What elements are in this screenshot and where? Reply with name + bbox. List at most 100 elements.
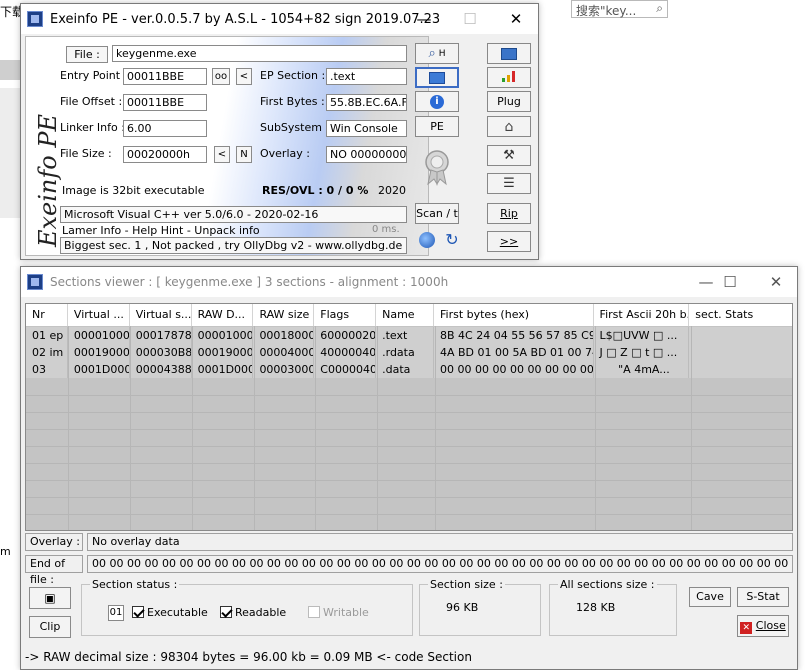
hint-field[interactable]: Biggest sec. 1 , Not packed , try OllyDb… xyxy=(60,237,407,254)
col-header[interactable]: Flags xyxy=(314,304,377,326)
n-button[interactable]: N xyxy=(236,146,252,163)
grid-line xyxy=(192,326,193,530)
oo-button[interactable]: oo xyxy=(212,68,230,85)
cell: J □ Z □ t □ ... xyxy=(594,344,690,361)
menu-button[interactable]: ☰ xyxy=(487,173,531,194)
col-header[interactable]: sect. Stats xyxy=(689,304,792,326)
linker-info-label: Linker Info : xyxy=(60,121,125,134)
grid-line xyxy=(26,395,792,396)
cave-button[interactable]: Cave xyxy=(689,587,731,607)
file-size-label: File Size : xyxy=(60,147,112,160)
compiler-field[interactable]: Microsoft Visual C++ ver 5.0/6.0 - 2020-… xyxy=(60,206,407,223)
readable-checkbox[interactable]: Readable xyxy=(220,606,286,619)
magnifier-icon: ⌕ xyxy=(428,46,436,61)
col-header[interactable]: Virtual s... xyxy=(130,304,192,326)
entry-point-label: Entry Point : xyxy=(60,69,128,82)
col-header[interactable]: Virtual ... xyxy=(68,304,130,326)
clip-button[interactable]: Clip xyxy=(29,616,71,638)
file-name-field[interactable]: keygenme.exe xyxy=(112,45,407,62)
sections-title: Sections viewer : [ keygenme.exe ] 3 sec… xyxy=(50,275,449,289)
cell: 8B 4C 24 04 55 56 57 85 C9 xyxy=(434,327,594,344)
exeinfo-title: Exeinfo PE - ver.0.0.5.7 by A.S.L - 1054… xyxy=(50,11,441,27)
table-row[interactable]: 02 im 00019000 000030B8 00019000 0000400… xyxy=(26,344,792,361)
col-header[interactable]: First Ascii 20h b... xyxy=(594,304,690,326)
cell: 01 ep xyxy=(26,327,68,344)
grid-line xyxy=(26,497,792,498)
grid-line xyxy=(595,326,596,530)
entry-point-field[interactable]: 00011BBE xyxy=(123,68,207,85)
sections-viewer-window: Sections viewer : [ keygenme.exe ] 3 sec… xyxy=(20,266,798,670)
col-header[interactable]: RAW D... xyxy=(192,304,254,326)
minimize-button[interactable]: — xyxy=(401,4,447,34)
explorer-search-input[interactable]: 搜索"key... ⌕ xyxy=(571,0,668,18)
rip-button[interactable]: Rip xyxy=(487,203,531,224)
file-button[interactable]: File : xyxy=(66,46,108,63)
sections-table[interactable]: Nr Virtual ... Virtual s... RAW D... RAW… xyxy=(25,303,793,531)
table-row[interactable]: 01 ep 00001000 00017878 00001000 0001800… xyxy=(26,327,792,344)
exeinfo-window: Exeinfo PE - ver.0.0.5.7 by A.S.L - 1054… xyxy=(20,3,539,260)
close-label: Close xyxy=(755,619,786,632)
sections-titlebar[interactable]: Sections viewer : [ keygenme.exe ] 3 sec… xyxy=(21,267,797,297)
cell: 00 00 00 00 00 00 00 00 00 xyxy=(434,361,594,378)
maximize-button[interactable]: ☐ xyxy=(447,4,493,34)
cell: "A 4mA... xyxy=(594,361,690,378)
close-window-button[interactable]: ✕ Close xyxy=(737,615,789,637)
executable-label: Executable xyxy=(147,606,208,619)
col-header[interactable]: Name xyxy=(376,304,434,326)
sstat-button[interactable]: S-Stat xyxy=(737,587,789,607)
sections-close-button[interactable]: ✕ xyxy=(753,267,799,297)
file-offset-field[interactable]: 00011BBE xyxy=(123,94,207,111)
home-button[interactable]: ⌂ xyxy=(487,116,531,137)
overlay-label: Overlay : xyxy=(260,147,310,160)
cell: 0001D000 xyxy=(68,361,130,378)
scan-button[interactable]: Scan / t xyxy=(415,203,459,224)
cell: 00019000 xyxy=(192,344,254,361)
eof-value[interactable]: 00 00 00 00 00 00 00 00 00 00 00 00 00 0… xyxy=(87,555,793,573)
h-label: H xyxy=(438,48,446,59)
exeinfo-titlebar[interactable]: Exeinfo PE - ver.0.0.5.7 by A.S.L - 1054… xyxy=(21,4,538,34)
camera-icon: ▣ xyxy=(44,591,56,605)
info-button[interactable]: i xyxy=(415,91,459,112)
globe-icon[interactable] xyxy=(419,232,435,248)
cell: 02 im xyxy=(26,344,68,361)
screenshot-button[interactable]: ▣ xyxy=(29,587,71,609)
sections-maximize-button[interactable]: ☐ xyxy=(707,267,753,297)
linker-info-field[interactable]: 6.00 xyxy=(123,120,207,137)
all-sections-group: All sections size : 128 KB xyxy=(549,578,677,636)
tools-button[interactable]: ⚒ xyxy=(487,145,531,166)
ep-section-field[interactable]: .text xyxy=(326,68,407,85)
lamer-info-text[interactable]: Lamer Info - Help Hint - Unpack info xyxy=(62,224,260,237)
executable-checkbox[interactable]: Executable xyxy=(132,606,208,619)
overlay-field[interactable]: NO 00000000 xyxy=(326,146,407,163)
pe-button[interactable]: PE xyxy=(415,116,459,137)
close-button[interactable]: ✕ xyxy=(493,4,539,34)
subsystem-field[interactable]: Win Console xyxy=(326,120,407,137)
open-folder-button[interactable] xyxy=(487,43,531,64)
grid-line xyxy=(26,514,792,515)
status-bar: -> RAW decimal size : 98304 bytes = 96.0… xyxy=(25,650,472,664)
plug-button[interactable]: Plug xyxy=(487,91,531,112)
list-icon xyxy=(429,71,445,84)
file-size-field[interactable]: 00020000h xyxy=(123,146,207,163)
refresh-icon[interactable]: ↻ xyxy=(443,231,461,249)
ep-prev-button[interactable]: < xyxy=(236,68,252,85)
award-badge-icon xyxy=(423,148,451,186)
more-button[interactable]: >> xyxy=(487,231,531,252)
overlay-value[interactable]: No overlay data xyxy=(87,533,793,551)
section-size-value: 96 KB xyxy=(446,601,479,614)
size-prev-button[interactable]: < xyxy=(214,146,230,163)
writable-label: Writable xyxy=(323,606,369,619)
col-header[interactable]: First bytes (hex) xyxy=(434,304,594,326)
readable-label: Readable xyxy=(235,606,287,619)
cell xyxy=(689,361,792,378)
search-button[interactable]: ⌕ H xyxy=(415,43,459,64)
writable-checkbox[interactable]: Writable xyxy=(308,606,369,619)
chart-button[interactable] xyxy=(487,67,531,88)
col-header[interactable]: RAW size xyxy=(253,304,315,326)
col-header[interactable]: Nr xyxy=(26,304,68,326)
cell: 00018000 xyxy=(253,327,315,344)
checkbox-unchecked-icon xyxy=(308,606,320,618)
table-row[interactable]: 03 0001D000 00004388 0001D000 00003000 C… xyxy=(26,361,792,378)
first-bytes-field[interactable]: 55.8B.EC.6A.FF xyxy=(326,94,407,111)
options-button[interactable] xyxy=(415,67,459,88)
